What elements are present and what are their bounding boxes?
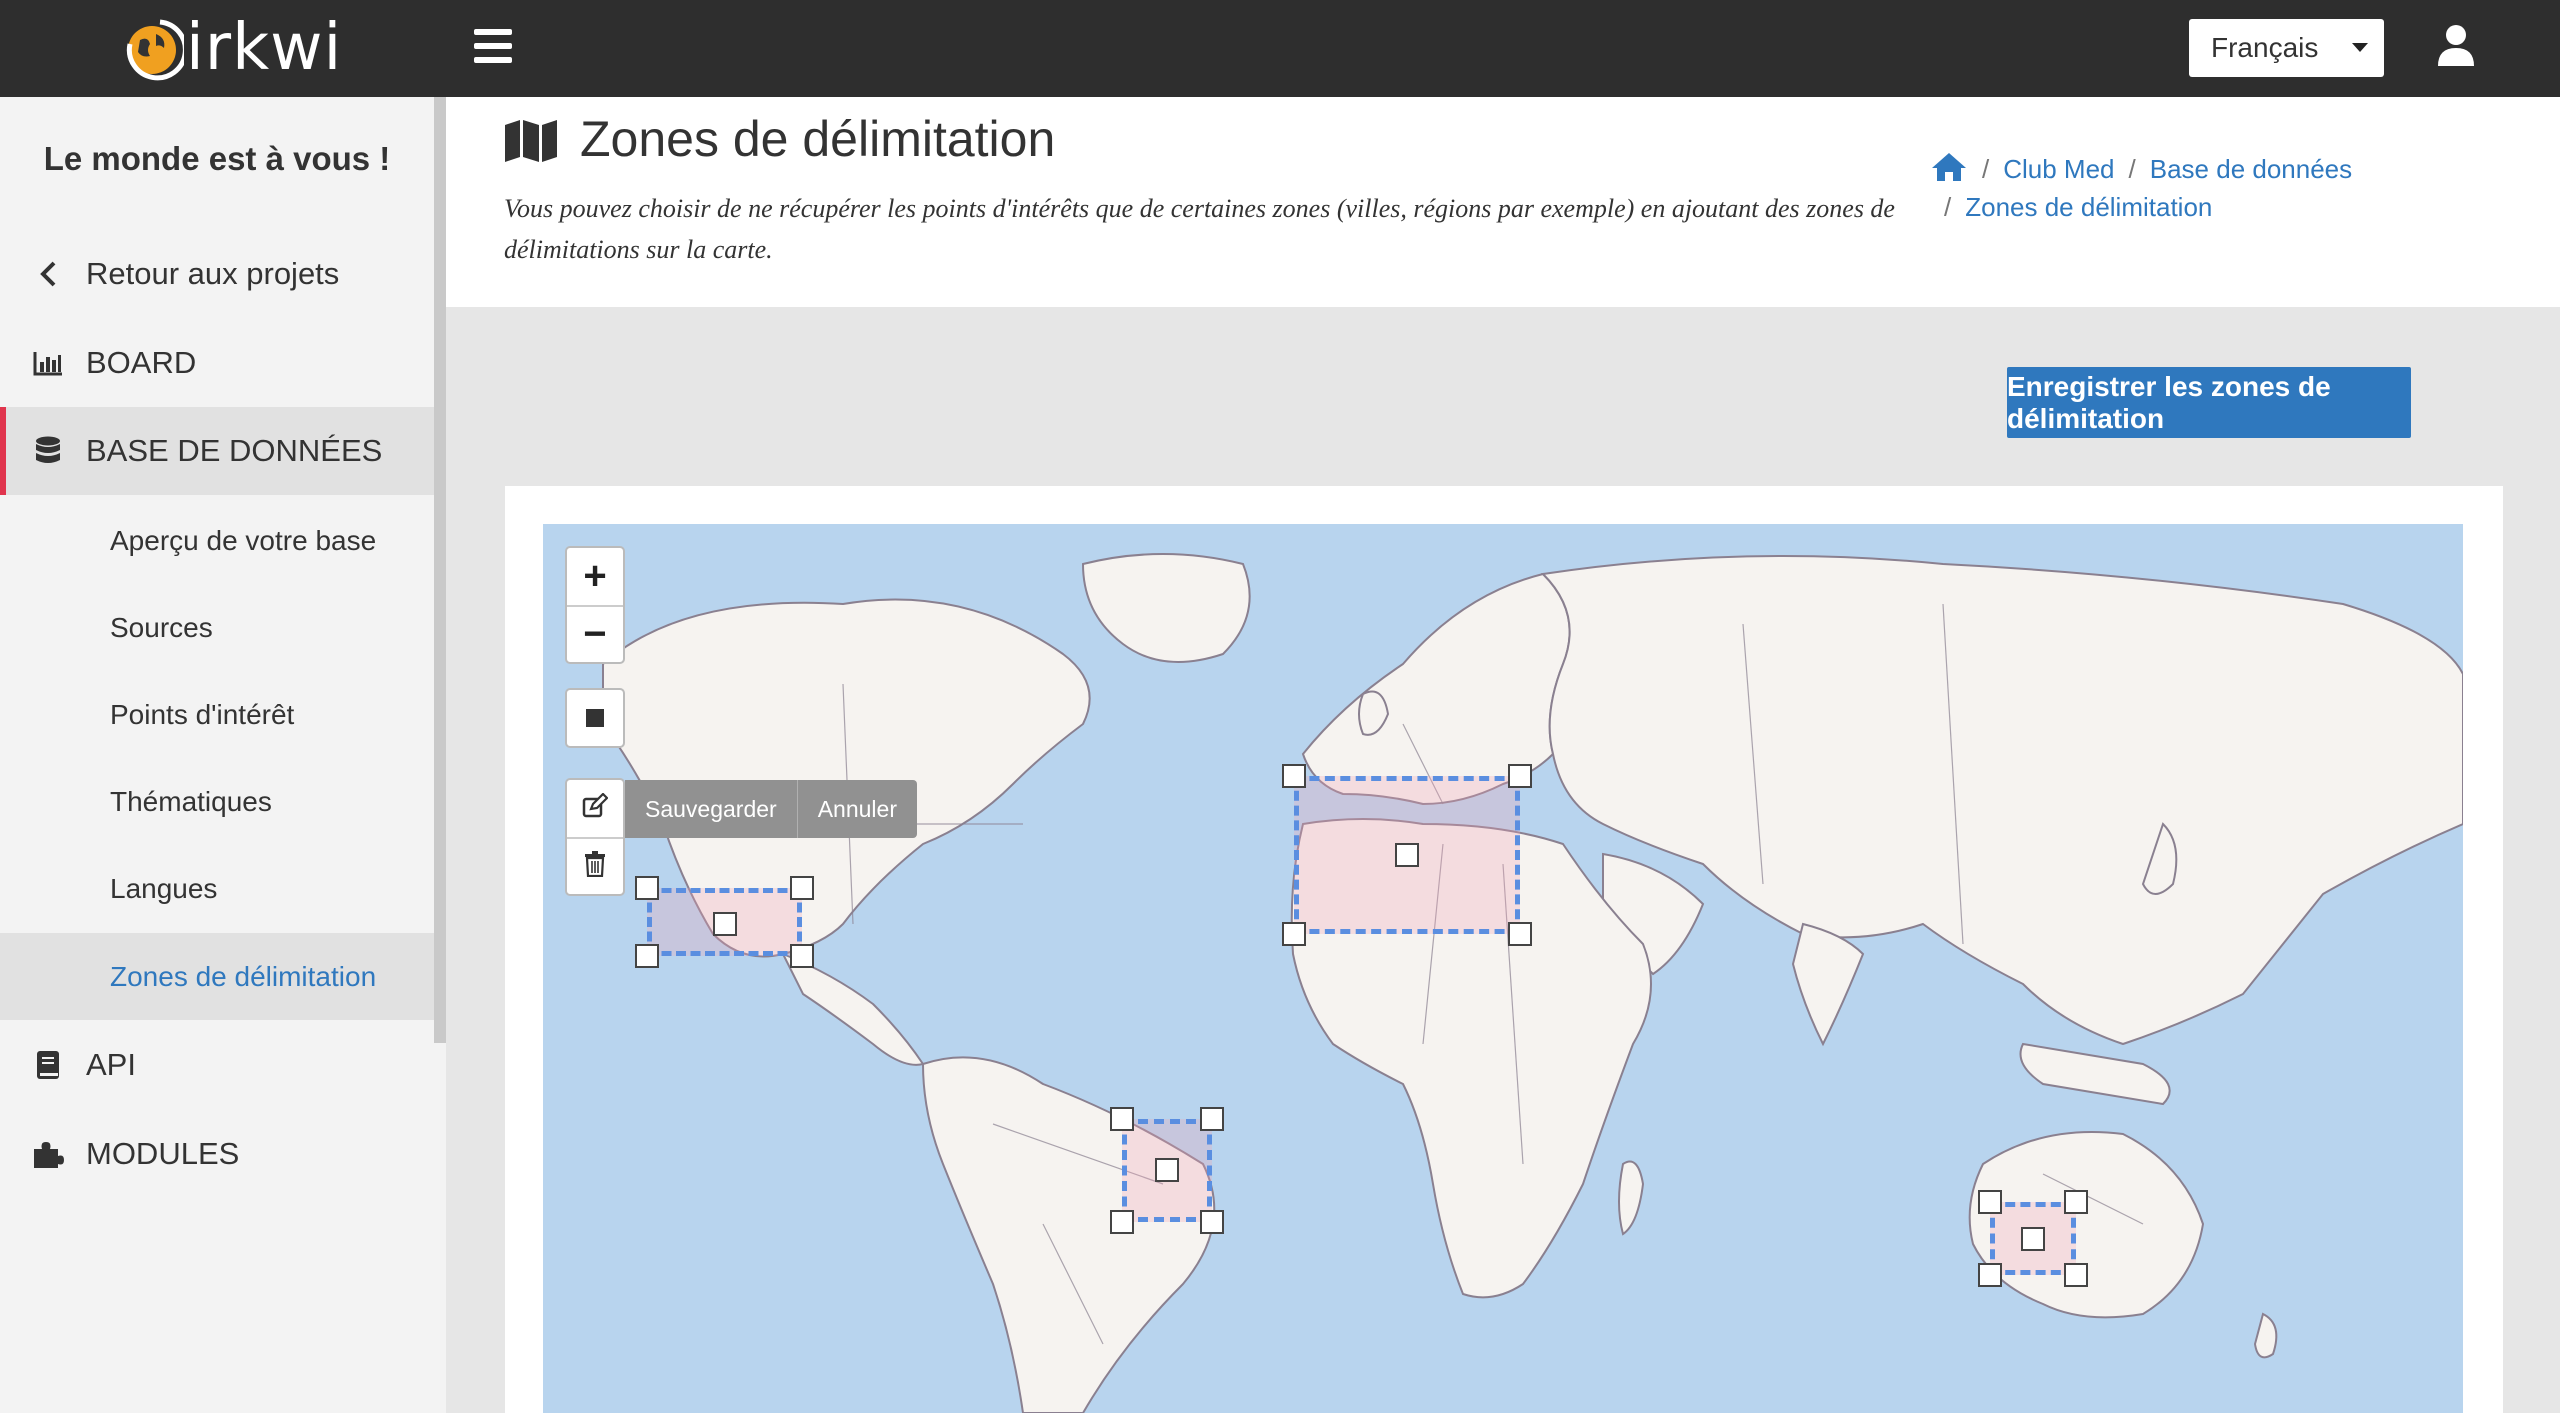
zone-resize-handle[interactable]	[2064, 1190, 2088, 1214]
delete-layers-button[interactable]	[567, 837, 623, 894]
sidebar-subitem-sources[interactable]: Sources	[0, 584, 434, 671]
sidebar-item-modules[interactable]: MODULES	[0, 1110, 434, 1198]
zone-resize-handle[interactable]	[1200, 1210, 1224, 1234]
sidebar-item-api[interactable]: API	[0, 1021, 434, 1109]
database-icon	[32, 435, 64, 467]
draw-rectangle-button[interactable]	[565, 688, 625, 748]
logo[interactable]: irkwi	[120, 12, 342, 84]
zone-move-handle[interactable]	[1395, 843, 1419, 867]
sidebar-tagline: Le monde est à vous !	[43, 140, 391, 177]
zone-resize-handle[interactable]	[1978, 1190, 2002, 1214]
hamburger-icon[interactable]	[474, 29, 512, 63]
zone-resize-handle[interactable]	[635, 944, 659, 968]
sidebar-item-back[interactable]: Retour aux projets	[0, 230, 434, 318]
zone-move-handle[interactable]	[1155, 1158, 1179, 1182]
edit-layers-button[interactable]	[567, 780, 623, 837]
edit-icon	[582, 792, 609, 824]
sidebar-subitem-overview[interactable]: Aperçu de votre base	[0, 497, 434, 584]
breadcrumb-club-med[interactable]: Club Med	[2003, 154, 2114, 184]
map-land-layer	[602, 553, 2463, 1413]
sidebar-item-label: API	[86, 1047, 136, 1082]
zone-resize-handle[interactable]	[1110, 1107, 1134, 1131]
edit-save-button[interactable]: Sauvegarder	[625, 780, 797, 838]
edit-cancel-button[interactable]: Annuler	[796, 780, 917, 838]
sidebar-item-board[interactable]: BOARD	[0, 319, 434, 407]
top-bar	[0, 0, 2560, 97]
zone-move-handle[interactable]	[2021, 1227, 2045, 1251]
map-icon	[504, 117, 558, 162]
zone-move-handle[interactable]	[713, 912, 737, 936]
sidebar-subitem-poi[interactable]: Points d'intérêt	[0, 671, 434, 758]
zone-resize-handle[interactable]	[790, 876, 814, 900]
edit-actions-toolbar: Sauvegarder Annuler	[625, 780, 917, 838]
sidebar-item-label: BOARD	[86, 345, 197, 380]
zoom-out-button[interactable]: −	[567, 605, 623, 662]
zone-resize-handle[interactable]	[790, 944, 814, 968]
trash-icon	[584, 851, 606, 882]
page-title-text: Zones de délimitation	[580, 111, 1056, 167]
sidebar-item-label: BASE DE DONNÉES	[86, 433, 383, 468]
caret-down-icon	[2352, 43, 2368, 52]
language-value: Français	[2211, 32, 2319, 63]
zoom-in-button[interactable]: +	[567, 548, 623, 605]
breadcrumb-zones[interactable]: Zones de délimitation	[1965, 192, 2212, 222]
home-icon[interactable]	[1930, 151, 1968, 183]
zone-resize-handle[interactable]	[1282, 764, 1306, 788]
zone-resize-handle[interactable]	[1508, 922, 1532, 946]
globe-logo-icon	[120, 14, 188, 82]
world-map[interactable]	[543, 524, 2463, 1413]
zone-resize-handle[interactable]	[1282, 922, 1306, 946]
square-icon	[586, 709, 604, 727]
breadcrumb: / Club Med / Base de données / Zones de déli…	[1930, 150, 2360, 226]
save-zones-button[interactable]: Enregistrer les zones de délimitation	[2007, 367, 2411, 438]
sidebar-subitem-themes[interactable]: Thématiques	[0, 758, 434, 845]
page-title: Zones de délimitation	[504, 110, 1055, 168]
zoom-control: + −	[565, 546, 625, 664]
bar-chart-icon	[32, 347, 64, 379]
zone-resize-handle[interactable]	[635, 876, 659, 900]
edit-control	[565, 778, 625, 896]
brand-name: irkwi	[186, 11, 343, 85]
sidebar-subitem-zones[interactable]: Zones de délimitation	[0, 933, 434, 1020]
zone-resize-handle[interactable]	[1110, 1210, 1134, 1234]
sidebar-item-database[interactable]: BASE DE DONNÉES	[0, 407, 434, 495]
puzzle-icon	[32, 1138, 64, 1170]
zone-resize-handle[interactable]	[2064, 1263, 2088, 1287]
chevron-left-icon	[32, 258, 64, 290]
page-description: Vous pouvez choisir de ne récupérer les …	[504, 194, 1895, 264]
book-icon	[32, 1049, 64, 1081]
zone-resize-handle[interactable]	[1200, 1107, 1224, 1131]
breadcrumb-database[interactable]: Base de données	[2150, 154, 2352, 184]
sidebar-scrollbar[interactable]	[434, 97, 446, 1043]
language-select[interactable]: Français	[2189, 19, 2384, 77]
zone-resize-handle[interactable]	[1508, 764, 1532, 788]
zone-resize-handle[interactable]	[1978, 1263, 2002, 1287]
sidebar-item-label: Retour aux projets	[86, 256, 340, 291]
sidebar-subitem-languages[interactable]: Langues	[0, 845, 434, 932]
user-icon[interactable]	[2436, 24, 2476, 66]
sidebar-item-label: MODULES	[86, 1136, 240, 1171]
